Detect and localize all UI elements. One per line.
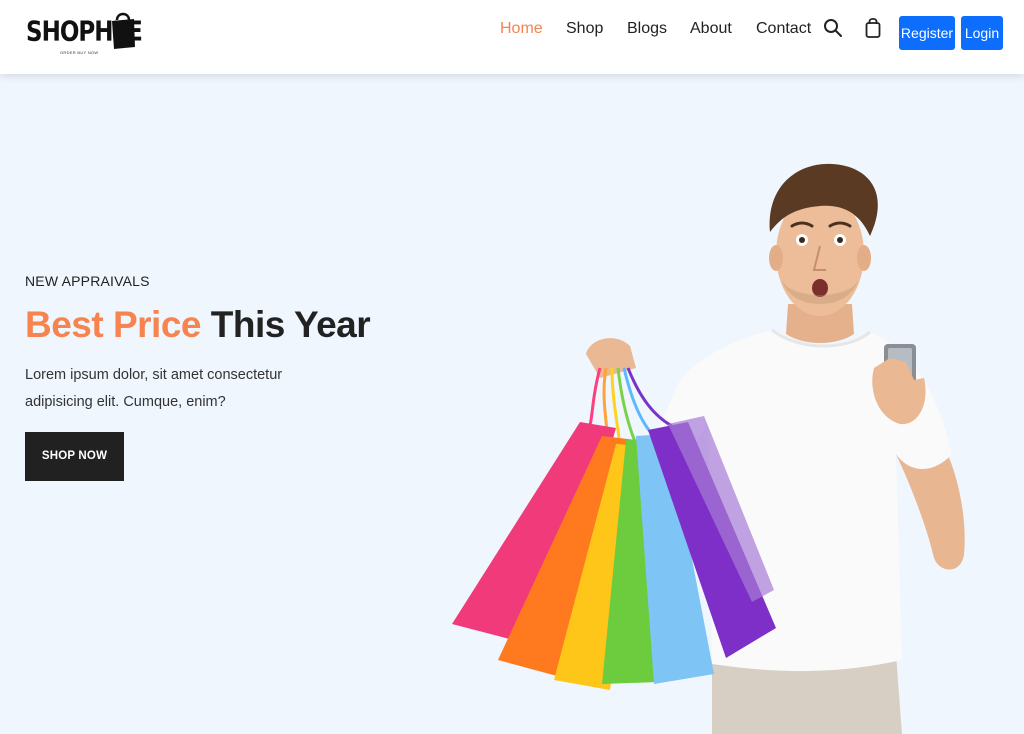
nav-about-link[interactable]: About [690,18,732,40]
nav-blogs-link[interactable]: Blogs [627,18,667,40]
hero-title-accent: Best Price [25,304,202,345]
hero-title: Best Price This Year [25,304,371,346]
brand-tagline: ORDER BUY NOW [60,50,99,55]
shopping-bag-icon[interactable] [862,16,884,40]
nav-shop-link[interactable]: Shop [566,18,603,40]
navbar: SHOPHEE ORDER BUY NOW Home Shop Blogs Ab… [0,0,1024,74]
hero-subheading: NEW APPRAIVALS [25,273,150,289]
hero-title-rest: This Year [210,304,371,345]
shop-now-button[interactable]: SHOP NOW [25,432,124,481]
login-button[interactable]: Login [961,16,1003,50]
hero-section: NEW APPRAIVALS Best Price This Year Lore… [0,74,1024,734]
nav-contact-link[interactable]: Contact [756,18,811,40]
search-icon[interactable] [822,16,844,40]
hero-description: Lorem ipsum dolor, sit amet consectetur … [25,367,283,410]
nav-home-link[interactable]: Home [500,18,543,40]
register-button[interactable]: Register [899,16,955,50]
hero-image-man-with-shopping-bags [452,163,965,734]
